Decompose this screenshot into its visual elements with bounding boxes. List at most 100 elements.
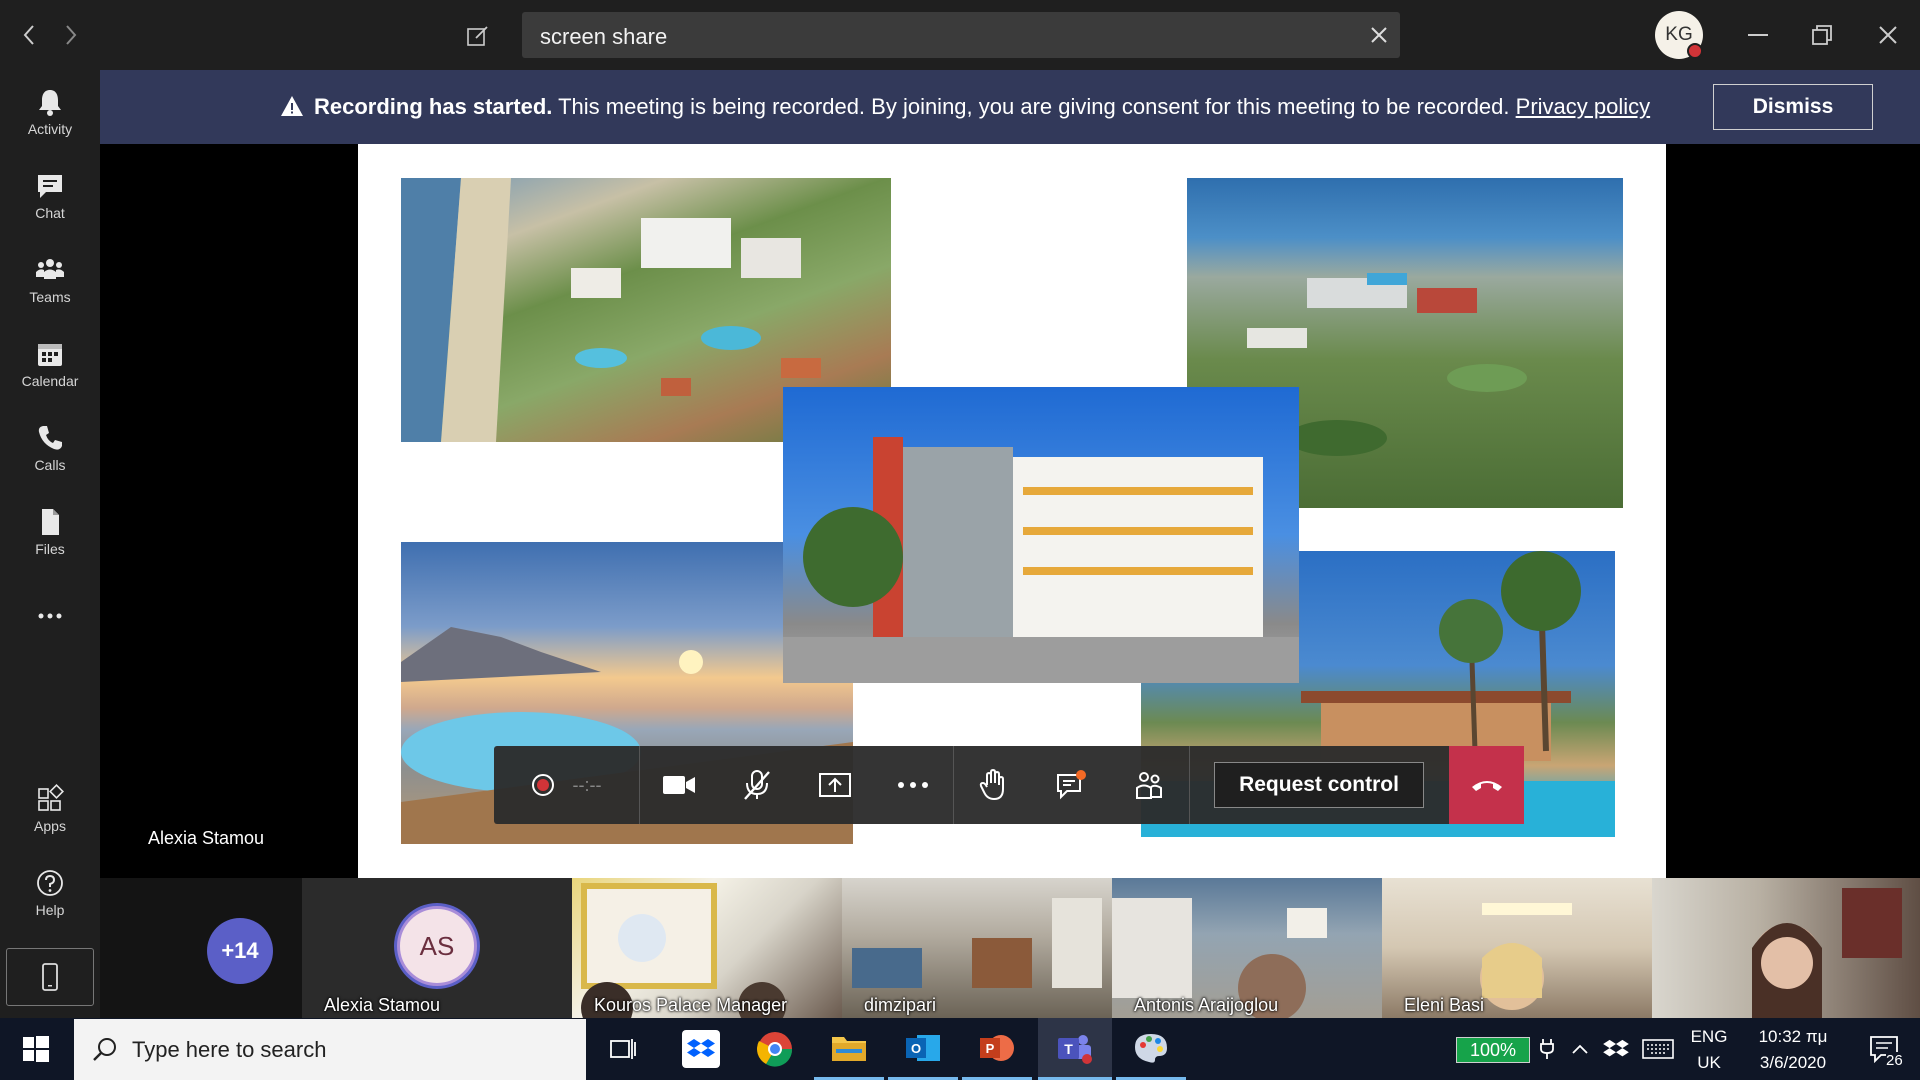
calendar-icon xyxy=(38,344,62,366)
kosta-palace-drawing xyxy=(783,437,1299,683)
chat-button[interactable] xyxy=(1032,746,1110,824)
rail-more-button[interactable] xyxy=(0,574,100,658)
close-icon[interactable] xyxy=(1870,18,1906,52)
participant-name: dimzipari xyxy=(864,995,937,1015)
warning-icon xyxy=(281,96,303,116)
share-button[interactable] xyxy=(796,746,874,824)
presenter-name: Alexia Stamou xyxy=(148,828,265,848)
search-icon xyxy=(93,1038,116,1061)
mute-button[interactable] xyxy=(718,746,796,824)
participant-tile[interactable]: Kouros Palace Manager xyxy=(572,878,842,1018)
dropbox-icon xyxy=(682,1030,720,1068)
hang-up-icon xyxy=(1471,781,1502,791)
search-input[interactable]: screen share xyxy=(522,12,1400,58)
participant-tile[interactable]: AS Alexia Stamou xyxy=(302,878,572,1018)
taskbar-teams[interactable]: T xyxy=(1038,1018,1112,1080)
teams-app-icon: T xyxy=(1058,1034,1092,1064)
svg-text:P: P xyxy=(986,1041,995,1056)
rail-item-activity[interactable]: Activity xyxy=(0,70,100,154)
rail-label: Activity xyxy=(27,121,73,137)
start-button[interactable] xyxy=(0,1018,72,1080)
teams-icon xyxy=(36,259,64,279)
participants-button[interactable] xyxy=(1110,746,1188,824)
taskbar-file-explorer[interactable] xyxy=(814,1018,884,1080)
svg-text:T: T xyxy=(1064,1041,1073,1057)
more-actions-button[interactable] xyxy=(874,746,952,824)
clock[interactable]: 10:32 πμ 3/6/2020 xyxy=(1738,1024,1848,1076)
folder-icon xyxy=(832,1036,866,1061)
banner-bold-text: Recording has started. xyxy=(314,94,553,119)
task-view-icon xyxy=(610,1039,636,1059)
share-screen-icon xyxy=(819,773,851,797)
recording-indicator: --:-- xyxy=(494,746,638,824)
more-horizontal-icon xyxy=(38,613,62,619)
call-timer: --:-- xyxy=(572,774,602,795)
power-plug-icon[interactable] xyxy=(1536,1018,1558,1080)
rail-item-calendar[interactable]: Calendar xyxy=(0,322,100,406)
kosta-palace-photo xyxy=(783,387,1299,683)
recording-banner: Recording has started. This meeting is b… xyxy=(100,70,1920,144)
rail-item-help[interactable]: Help xyxy=(0,851,100,935)
device-button[interactable] xyxy=(6,948,94,1006)
taskbar-powerpoint[interactable]: P xyxy=(962,1018,1032,1080)
battery-percent: 100% xyxy=(1469,1039,1517,1060)
participant-tile[interactable]: Eleni Basi xyxy=(1382,878,1652,1018)
participant-avatar: AS xyxy=(397,906,477,986)
hang-up-button[interactable] xyxy=(1449,746,1524,824)
privacy-policy-link[interactable]: Privacy policy xyxy=(1516,94,1650,119)
raise-hand-button[interactable] xyxy=(954,746,1032,824)
user-initials: KG xyxy=(1665,24,1693,45)
participant-video xyxy=(1752,888,1902,1018)
powerpoint-icon: P xyxy=(980,1034,1014,1061)
compose-icon[interactable] xyxy=(462,20,494,52)
taskbar-outlook[interactable]: O xyxy=(888,1018,958,1080)
rail-label: Help xyxy=(35,902,65,918)
participant-tile[interactable]: dimzipari xyxy=(842,878,1112,1018)
taskbar-chrome[interactable] xyxy=(740,1018,810,1080)
dropbox-tray-icon[interactable] xyxy=(1598,1018,1634,1080)
participant-name: Alexia Stamou xyxy=(324,995,441,1015)
microphone-off-icon xyxy=(744,770,770,800)
battery-indicator[interactable]: 100% xyxy=(1456,1037,1530,1063)
rail-item-apps[interactable]: Apps xyxy=(0,767,100,851)
request-control-button[interactable]: Request control xyxy=(1214,762,1424,808)
clock-date: 3/6/2020 xyxy=(1759,1053,1827,1072)
keyboard-layout: UK xyxy=(1697,1053,1721,1072)
rail-item-chat[interactable]: Chat xyxy=(0,154,100,238)
rail-label: Calendar xyxy=(21,373,79,389)
keyboard-icon[interactable] xyxy=(1638,1018,1678,1080)
tray-chevron-icon[interactable] xyxy=(1565,1018,1595,1080)
taskbar-paint[interactable] xyxy=(1116,1018,1186,1080)
more-horizontal-icon xyxy=(898,782,928,788)
task-view-button[interactable] xyxy=(590,1018,656,1080)
clock-time: 10:32 πμ xyxy=(1758,1027,1828,1046)
chat-bubble-icon xyxy=(1057,770,1086,800)
banner-message: Recording has started. This meeting is b… xyxy=(280,94,1650,120)
camera-button[interactable] xyxy=(640,746,718,824)
back-arrow-icon[interactable] xyxy=(14,18,44,52)
help-icon xyxy=(37,870,63,896)
record-icon xyxy=(531,774,554,796)
participant-tile[interactable] xyxy=(1652,878,1920,1018)
participant-tile[interactable]: Antonis Araijoglou xyxy=(1112,878,1382,1018)
apps-icon xyxy=(38,784,64,811)
rail-item-teams[interactable]: Teams xyxy=(0,238,100,322)
participants-icon xyxy=(1136,772,1162,799)
dismiss-button[interactable]: Dismiss xyxy=(1713,84,1873,130)
clear-search-icon[interactable] xyxy=(1357,12,1400,58)
more-participants-button[interactable]: +14 xyxy=(207,918,273,984)
banner-text: This meeting is being recorded. By joini… xyxy=(552,94,1516,119)
language-indicator[interactable]: ENG UK xyxy=(1684,1024,1734,1076)
participant-initials: AS xyxy=(419,930,455,961)
rail-item-files[interactable]: Files xyxy=(0,490,100,574)
taskbar-dropbox[interactable] xyxy=(666,1018,736,1080)
taskbar-search-input[interactable]: Type here to search xyxy=(74,1019,586,1080)
camera-icon xyxy=(663,776,695,794)
minimize-icon[interactable] xyxy=(1740,18,1776,52)
action-center-button[interactable]: 26 xyxy=(1852,1018,1916,1080)
rail-item-calls[interactable]: Calls xyxy=(0,406,100,490)
restore-icon[interactable] xyxy=(1804,18,1840,52)
windows-logo-icon xyxy=(23,1036,49,1062)
meeting-controls: --:-- Request control xyxy=(494,746,1524,824)
forward-arrow-icon[interactable] xyxy=(56,18,86,52)
